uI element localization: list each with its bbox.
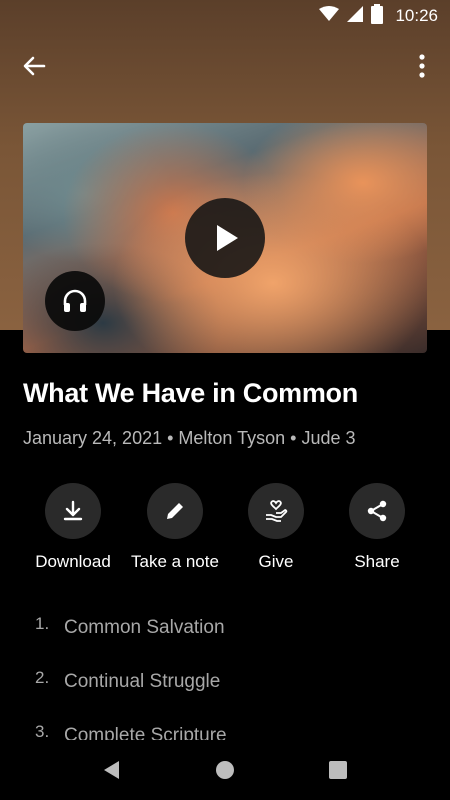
download-label: Download [35,552,111,571]
outline-text: Common Salvation [64,617,225,638]
clock-time: 10:26 [395,6,438,25]
give-button[interactable] [248,483,304,539]
more-options-icon[interactable] [408,50,436,82]
take-note-label: Take a note [131,552,219,571]
outline-item[interactable]: 2. Continual Struggle [35,668,220,693]
download-action[interactable]: Download [23,483,123,572]
cellular-signal-icon [347,5,364,27]
audio-mode-button[interactable] [45,271,105,331]
share-action[interactable]: Share [327,483,427,572]
outline-number: 1. [35,614,50,633]
play-button[interactable] [185,198,265,278]
pencil-icon [167,503,183,519]
system-navigation-bar [0,740,450,800]
share-icon [367,500,387,522]
share-button[interactable] [349,483,405,539]
app-bar [0,36,450,92]
outline-number: 2. [35,668,50,687]
download-button[interactable] [45,483,101,539]
back-arrow-icon[interactable] [18,50,50,82]
sermon-meta: January 24, 2021 • Melton Tyson • Jude 3 [23,428,356,448]
give-action[interactable]: Give [226,483,326,572]
home-circle-icon[interactable] [213,758,237,782]
recents-square-icon[interactable] [326,758,350,782]
share-label: Share [354,552,400,571]
battery-icon [371,3,384,29]
play-icon [217,225,238,251]
take-note-action[interactable]: Take a note [125,483,225,572]
wifi-icon [319,5,340,27]
status-bar: 10:26 [0,0,450,32]
give-heart-hand-icon [266,500,288,522]
sermon-title: What We Have in Common [23,378,358,408]
outline-text: Continual Struggle [64,671,221,692]
headphones-icon [63,289,87,312]
outline-number: 3. [35,722,50,741]
give-label: Give [258,552,294,571]
download-icon [63,500,83,521]
take-note-button[interactable] [147,483,203,539]
outline-item[interactable]: 1. Common Salvation [35,614,225,639]
back-triangle-icon[interactable] [100,758,124,782]
